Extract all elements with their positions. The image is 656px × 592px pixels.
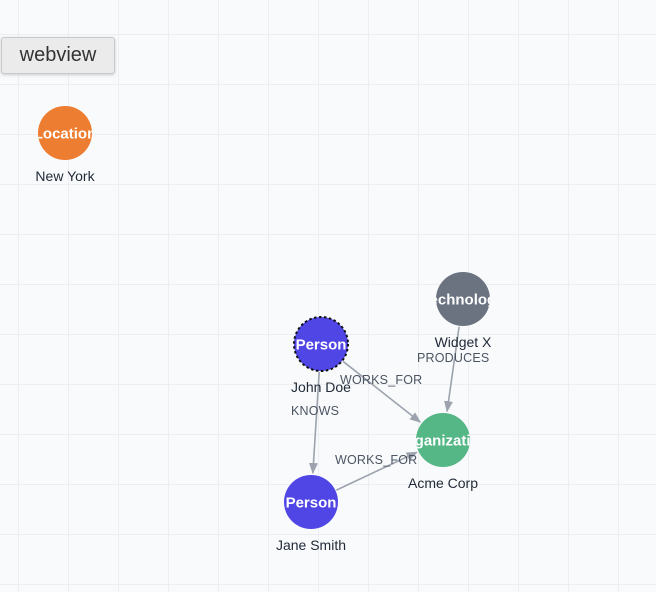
- node-name-label: Widget X: [435, 334, 492, 350]
- edge-label: KNOWS: [291, 404, 339, 418]
- node-acme-corp[interactable]: Organization Acme Corp: [397, 413, 489, 491]
- node-name-label: John Doe: [291, 379, 351, 395]
- node-widget-x[interactable]: Technology Widget X: [421, 272, 505, 350]
- node-name-label: Jane Smith: [276, 537, 346, 553]
- edge-line[interactable]: [342, 360, 422, 423]
- nodes-layer: Location New York Person John Doe Person Jane…: [34, 106, 505, 553]
- node-type-label: Organization: [397, 433, 489, 450]
- graph-svg: KNOWS WORKS_FOR WORKS_FOR PRODUCES Location…: [34, 106, 505, 553]
- edge-jane-smith-acme-corp[interactable]: WORKS_FOR: [335, 451, 418, 491]
- node-type-label: Person: [296, 337, 347, 354]
- node-name-label: New York: [35, 168, 95, 184]
- node-type-label: Location: [34, 126, 97, 143]
- edge-label: WORKS_FOR: [335, 453, 417, 467]
- node-name-label: Acme Corp: [408, 475, 478, 491]
- edge-label: WORKS_FOR: [340, 373, 422, 387]
- node-jane-smith[interactable]: Person Jane Smith: [276, 475, 346, 553]
- node-type-label: Person: [286, 495, 337, 512]
- edge-john-doe-acme-corp[interactable]: WORKS_FOR: [340, 360, 422, 423]
- edge-label: PRODUCES: [417, 351, 489, 365]
- node-john-doe[interactable]: Person John Doe: [291, 316, 351, 395]
- node-new-york[interactable]: Location New York: [34, 106, 97, 184]
- node-type-label: Technology: [421, 292, 505, 309]
